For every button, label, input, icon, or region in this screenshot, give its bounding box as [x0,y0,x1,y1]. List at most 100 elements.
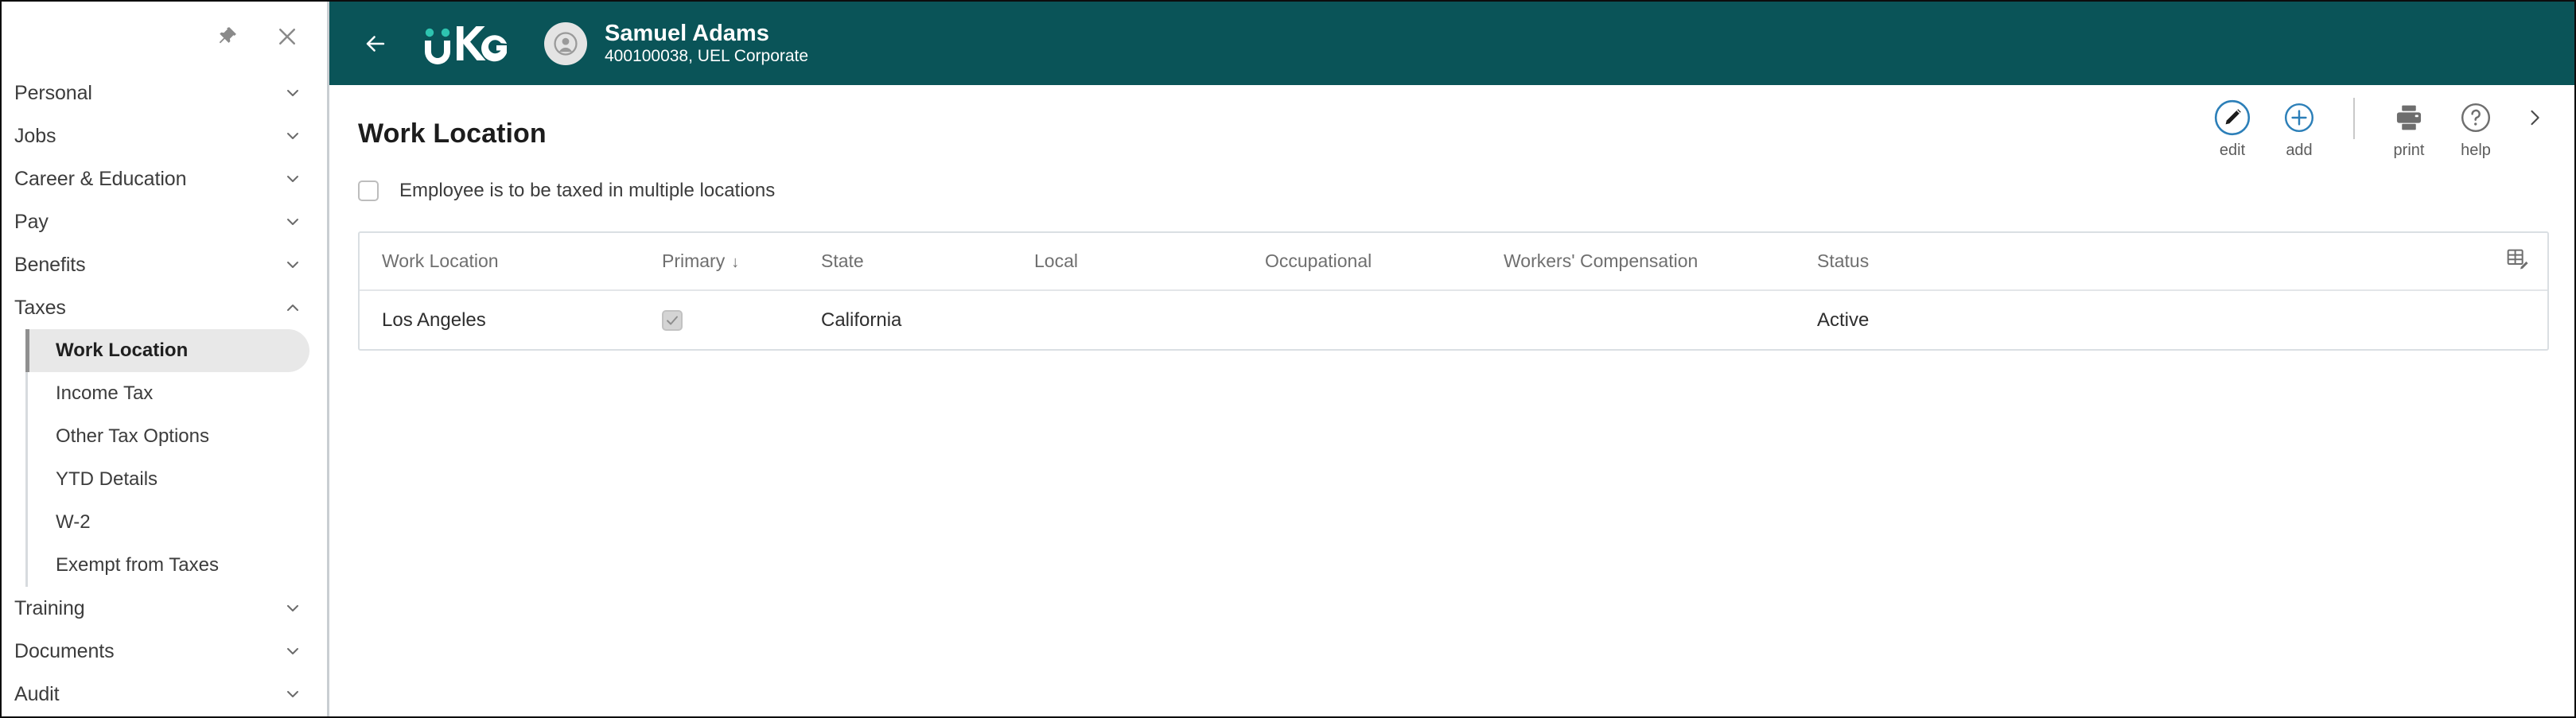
cell-occupational [1243,290,1481,349]
column-header-local[interactable]: Local [1012,233,1243,291]
sidebar-group-taxes[interactable]: Taxes [2,286,327,329]
sidebar-group-audit[interactable]: Audit [2,673,327,716]
primary-checkbox-checked [662,309,683,331]
sidebar-item-label: Exempt from Taxes [56,554,219,576]
column-label: Local [1034,250,1078,271]
sort-desc-icon: ↓ [731,254,740,271]
add-label: add [2286,142,2313,159]
chevron-right-icon[interactable] [2517,98,2552,138]
employee-meta: 400100038, UEL Corporate [605,47,809,66]
sidebar-item-w2[interactable]: W-2 [25,501,327,544]
sidebar-item-label: YTD Details [56,468,158,490]
help-label: help [2461,142,2491,159]
sidebar-item-other-tax-options[interactable]: Other Tax Options [25,415,327,458]
cell-local [1012,290,1243,349]
chevron-down-icon [282,684,303,704]
chevron-up-icon [282,297,303,318]
column-label: Work Location [382,250,499,271]
sidebar-group-career-education[interactable]: Career & Education [2,157,327,200]
sidebar-item-exempt-from-taxes[interactable]: Exempt from Taxes [25,544,327,587]
sidebar-group-jobs[interactable]: Jobs [2,114,327,157]
sidebar-item-label: Income Tax [56,382,154,404]
sidebar-group-personal[interactable]: Personal [2,72,327,114]
column-header-state[interactable]: State [799,233,1012,291]
sidebar-item-label: W-2 [56,511,91,533]
chevron-down-icon [282,212,303,232]
sidebar-navigation: Personal Jobs Career & Education Pay Ben… [2,2,329,716]
action-toolbar: edit add print help [2199,98,2552,160]
sidebar-group-label: Pay [14,210,49,233]
multi-location-row: Employee is to be taxed in multiple loca… [329,168,2574,214]
sidebar-group-label: Training [14,596,85,619]
column-header-workers-compensation[interactable]: Workers' Compensation [1481,233,1795,291]
sidebar-group-label: Jobs [14,124,56,147]
sidebar-header [2,2,327,72]
multi-location-label: Employee is to be taxed in multiple loca… [399,180,776,201]
chevron-down-icon [282,169,303,189]
print-button[interactable]: print [2376,98,2442,160]
column-label: Occupational [1265,250,1372,271]
pencil-icon [2213,98,2251,138]
table-header-row: Work Location Primary ↓ State Local Occup… [360,233,2547,291]
table-row[interactable]: Los Angeles California Active [360,290,2547,349]
page-title: Work Location [358,118,547,149]
chevron-down-icon [282,254,303,275]
main-content: Samuel Adams 400100038, UEL Corporate Wo… [329,2,2574,716]
column-header-work-location[interactable]: Work Location [360,233,640,291]
sidebar-group-label: Career & Education [14,167,187,190]
cell-workers-compensation [1481,290,1795,349]
sidebar-group-label: Taxes [14,296,66,319]
chevron-down-icon [282,126,303,146]
user-avatar-icon [544,21,587,65]
cell-spacer [2487,290,2547,349]
sidebar-subnav-taxes: Work Location Income Tax Other Tax Optio… [25,329,327,587]
sidebar-group-label: Audit [14,682,60,705]
printer-icon [2392,98,2426,138]
toolbar-divider [2353,98,2355,139]
sidebar-item-ytd-details[interactable]: YTD Details [25,458,327,501]
column-header-status[interactable]: Status [1795,233,2487,291]
sidebar-item-label: Other Tax Options [56,425,209,447]
column-label: Status [1817,250,1870,271]
employee-name: Samuel Adams [605,20,769,46]
column-label: Primary [662,250,726,271]
column-label: State [821,250,864,271]
multi-location-checkbox[interactable] [358,180,379,201]
chevron-down-icon [282,598,303,619]
add-button[interactable]: add [2266,98,2333,160]
cell-work-location: Los Angeles [382,309,486,331]
cell-primary [640,290,799,349]
column-header-occupational[interactable]: Occupational [1243,233,1481,291]
table-edit-icon[interactable] [2487,233,2547,291]
sidebar-group-label: Documents [14,639,115,662]
sidebar-item-label: Work Location [56,340,189,361]
close-icon[interactable] [271,21,303,52]
column-label: Workers' Compensation [1504,250,1699,271]
column-header-primary[interactable]: Primary ↓ [640,233,799,291]
employee-topbar: Samuel Adams 400100038, UEL Corporate [329,2,2574,85]
employee-identity: Samuel Adams 400100038, UEL Corporate [605,21,808,67]
page-header: Work Location edit add print help [329,85,2574,168]
chevron-down-icon [282,641,303,662]
edit-button[interactable]: edit [2199,98,2266,160]
sidebar-group-benefits[interactable]: Benefits [2,243,327,286]
sidebar-group-label: Personal [14,81,92,104]
sidebar-item-income-tax[interactable]: Income Tax [25,372,327,415]
application-window: Personal Jobs Career & Education Pay Ben… [0,0,2576,718]
print-label: print [2393,142,2425,159]
ukg-logo[interactable] [411,21,511,66]
pin-icon[interactable] [211,21,243,52]
chevron-down-icon [282,83,303,103]
nav-list: Personal Jobs Career & Education Pay Ben… [2,72,327,716]
plus-circle-icon [2282,98,2316,138]
sidebar-item-work-location[interactable]: Work Location [25,329,309,372]
arrow-left-icon[interactable] [353,21,398,66]
sidebar-group-pay[interactable]: Pay [2,200,327,243]
cell-status: Active [1817,309,1870,331]
work-location-table: Work Location Primary ↓ State Local Occup… [358,231,2549,351]
sidebar-group-label: Benefits [14,253,86,276]
sidebar-group-documents[interactable]: Documents [2,630,327,673]
help-button[interactable]: help [2442,98,2509,160]
cell-state: California [821,309,902,331]
sidebar-group-training[interactable]: Training [2,587,327,630]
